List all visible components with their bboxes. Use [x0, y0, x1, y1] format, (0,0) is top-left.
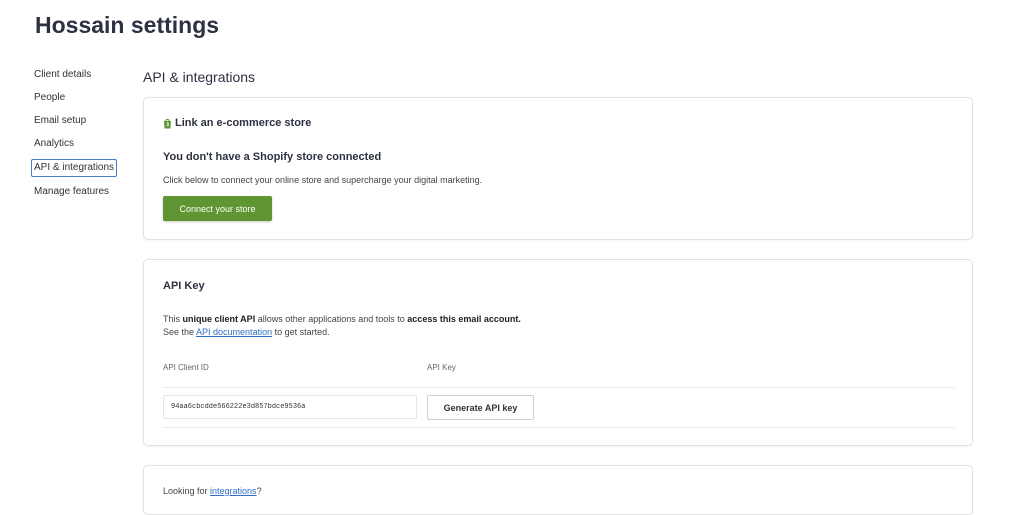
integrations-suffix: ?: [256, 486, 262, 496]
api-key-card: API Key This unique client API allows ot…: [143, 259, 973, 446]
integrations-card: Looking for integrations?: [143, 465, 973, 515]
shopify-status-heading: You don't have a Shopify store connected: [163, 151, 382, 163]
integrations-prefix: Looking for: [163, 486, 211, 496]
page-title: Hossain settings: [35, 12, 220, 38]
api-desc-text-1: This: [163, 314, 183, 324]
sidebar-item-people[interactable]: People: [31, 90, 121, 106]
integrations-text: Looking for integrations?: [163, 486, 262, 496]
sidebar-item-client-details[interactable]: Client details: [31, 67, 121, 83]
sidebar-item-email-setup[interactable]: Email setup: [31, 113, 121, 129]
api-client-id-field[interactable]: [163, 395, 417, 419]
shopify-description: Click below to connect your online store…: [163, 175, 483, 185]
divider-top: [163, 387, 955, 388]
api-desc-text-4: to get started.: [272, 327, 330, 337]
shopify-card-title-row: Link an e-commerce store: [163, 117, 311, 129]
api-documentation-link[interactable]: API documentation: [196, 327, 272, 337]
section-heading: API & integrations: [143, 69, 256, 85]
sidebar-item-manage-features[interactable]: Manage features: [31, 184, 121, 200]
api-description: This unique client API allows other appl…: [163, 313, 521, 339]
api-key-label: API Key: [427, 363, 456, 372]
integrations-link[interactable]: integrations: [210, 486, 257, 496]
shopify-card: Link an e-commerce store You don't have …: [143, 97, 973, 240]
connect-store-button[interactable]: Connect your store: [163, 196, 272, 221]
settings-sidebar: Client details People Email setup Analyt…: [31, 67, 121, 207]
api-desc-text-2: allows other applications and tools to: [255, 314, 408, 324]
api-key-title: API Key: [163, 280, 205, 292]
generate-api-key-button[interactable]: Generate API key: [427, 395, 534, 420]
api-client-id-label: API Client ID: [163, 363, 209, 372]
sidebar-item-analytics[interactable]: Analytics: [31, 136, 121, 152]
api-desc-bold-1: unique client API: [182, 314, 256, 324]
api-desc-text-3: See the: [163, 327, 197, 337]
sidebar-item-api-integrations[interactable]: API & integrations: [31, 159, 118, 177]
divider-bottom: [163, 427, 955, 428]
api-desc-bold-2: access this email account.: [407, 314, 521, 324]
shopify-card-title: Link an e-commerce store: [175, 117, 312, 129]
shopify-bag-icon: [163, 118, 172, 129]
